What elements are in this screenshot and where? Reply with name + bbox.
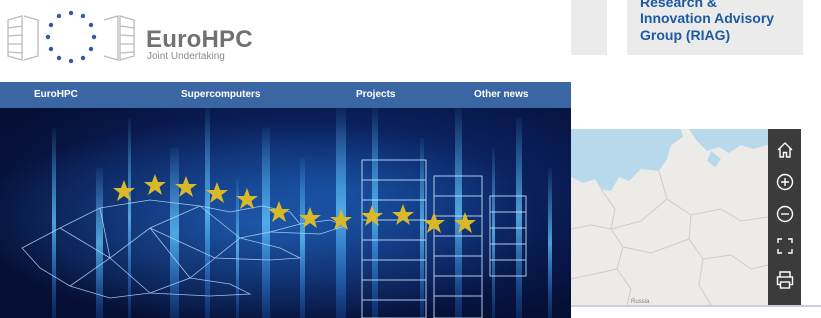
hero-banner-image [0, 108, 571, 318]
riag-card-line-3: Group (RIAG) [640, 27, 731, 43]
logo-name: EuroHPC [146, 26, 253, 53]
eurohpc-emblem-icon [7, 10, 135, 64]
riag-card[interactable]: Research & Innovation Advisory Group (RI… [627, 0, 803, 55]
side-card-partial[interactable] [571, 0, 607, 55]
map-canvas: Russia [571, 129, 768, 305]
home-icon[interactable] [774, 139, 796, 161]
riag-card-line-2: Innovation Advisory [640, 10, 775, 26]
nav-item-other-news[interactable]: Other news [474, 89, 528, 100]
nav-item-eurohpc[interactable]: EuroHPC [34, 89, 78, 100]
hero-illustration [0, 108, 571, 318]
riag-card-line-1: Research & [640, 0, 718, 10]
fullscreen-icon[interactable] [774, 235, 796, 257]
nav-item-projects[interactable]: Projects [356, 89, 395, 100]
map-toolbar [768, 129, 801, 305]
zoom-in-icon[interactable] [774, 171, 796, 193]
zoom-out-icon[interactable] [774, 203, 796, 225]
logo-subtitle: Joint Undertaking [147, 51, 225, 62]
print-icon[interactable] [774, 269, 796, 291]
main-nav-bar: EuroHPC Supercomputers Projects Other ne… [0, 82, 571, 108]
page-left-panel: EuroHPC Joint Undertaking EuroHPC Superc… [0, 0, 571, 318]
nav-item-supercomputers[interactable]: Supercomputers [181, 89, 260, 100]
map-bottom-strip [571, 305, 821, 318]
map-view[interactable]: Russia [571, 129, 768, 305]
eurohpc-logo[interactable]: EuroHPC Joint Undertaking [4, 6, 253, 68]
